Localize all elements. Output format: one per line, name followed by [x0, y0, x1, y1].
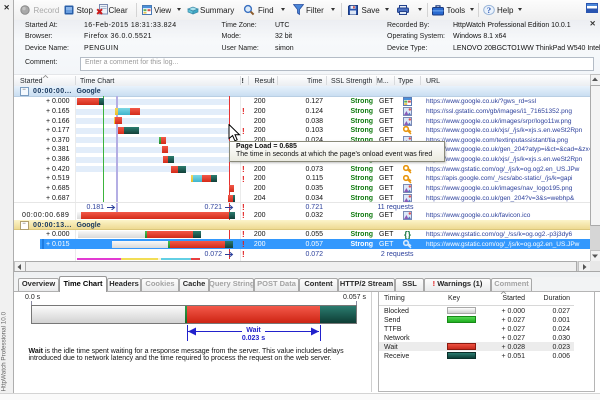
svg-text:{}: {} — [404, 230, 412, 239]
svg-text:?: ? — [487, 5, 491, 15]
